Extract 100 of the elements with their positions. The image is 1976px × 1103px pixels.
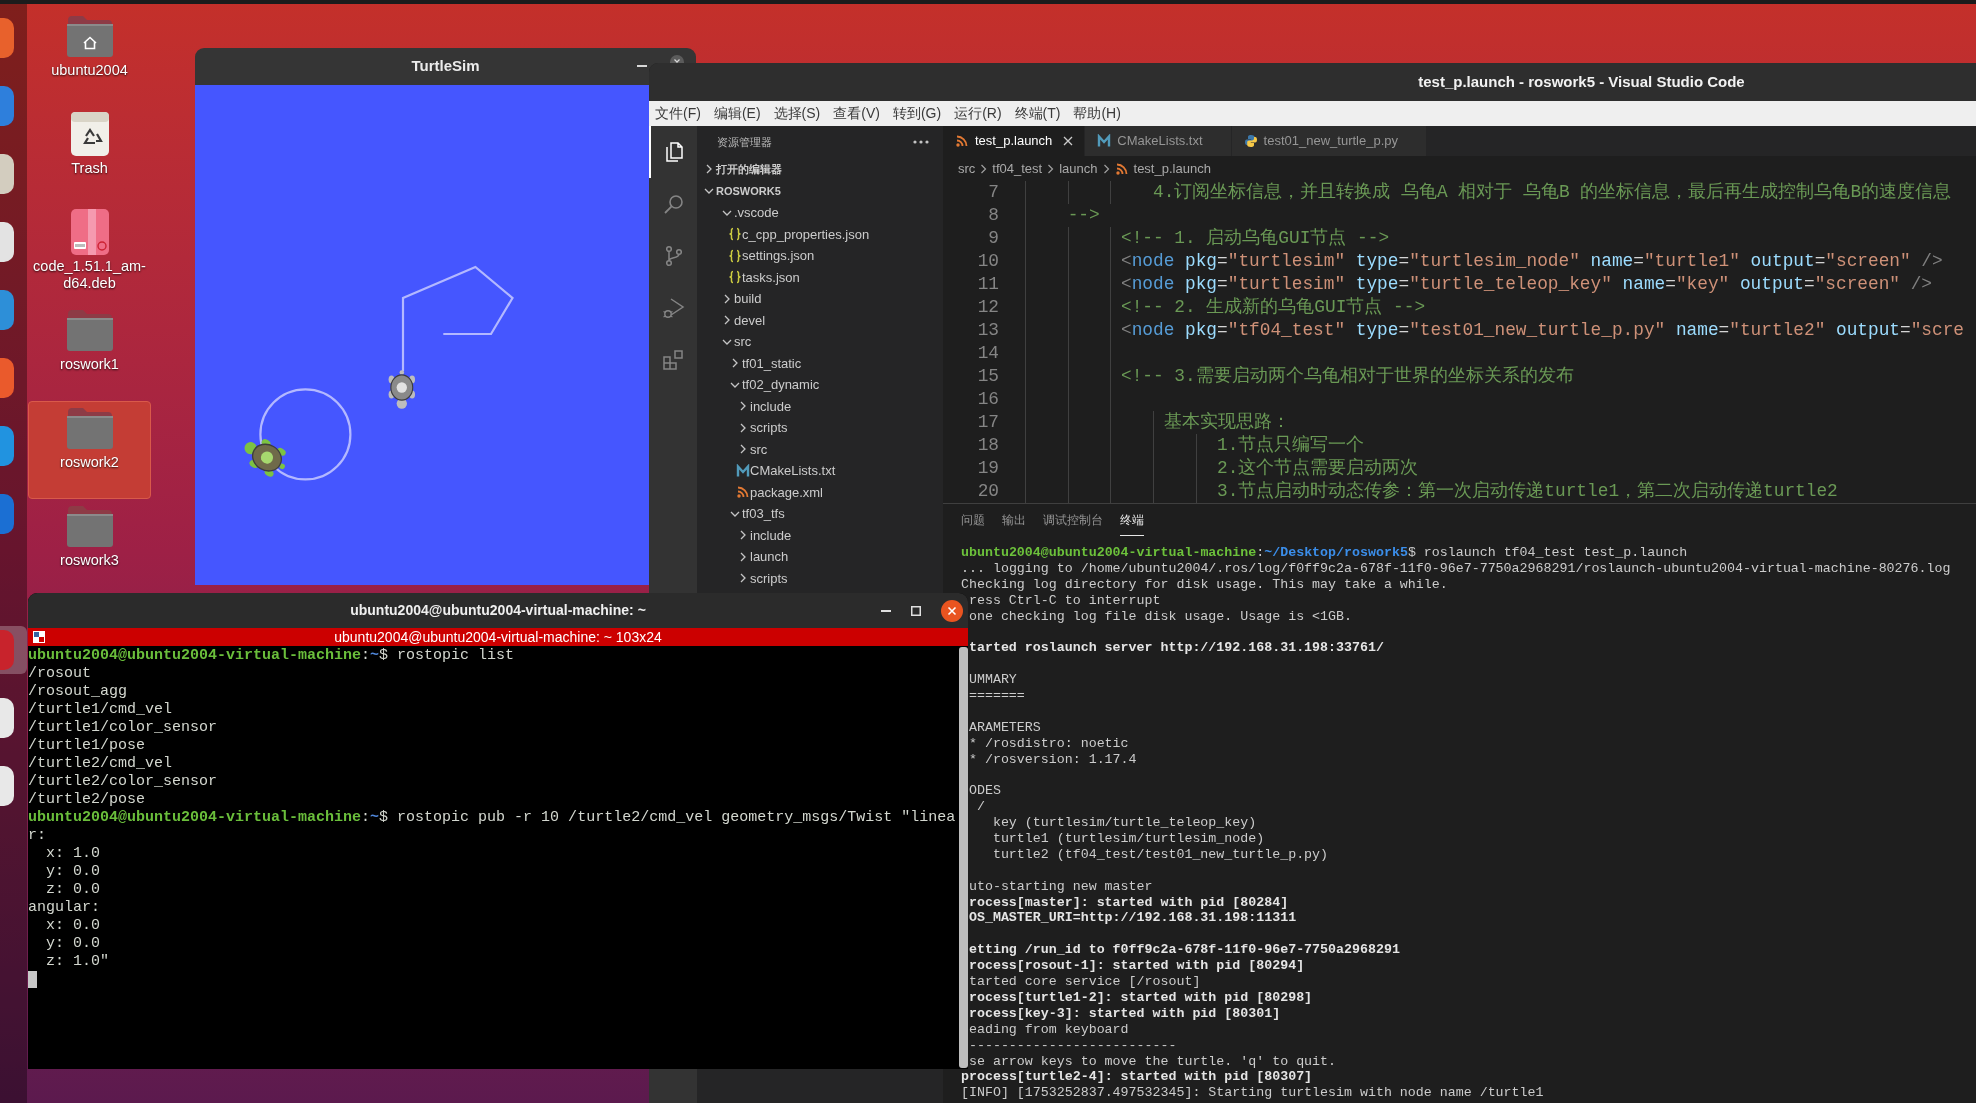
close-icon[interactable] — [1062, 135, 1075, 147]
chevron-icon — [1047, 163, 1055, 174]
breadcrumb-item[interactable]: launch — [1059, 158, 1098, 179]
tree-item[interactable]: src — [750, 439, 768, 459]
braces-icon — [728, 227, 742, 242]
menu-item[interactable]: 运行(R) — [954, 103, 1002, 124]
tree-item[interactable]: scripts — [750, 418, 788, 438]
section-header[interactable]: 打开的编辑器 — [716, 160, 782, 178]
line-number: 8 — [988, 204, 999, 228]
terminal-line: /rosout_agg — [28, 683, 128, 701]
breadcrumb-item[interactable]: tf04_test — [992, 158, 1043, 179]
tree-item[interactable]: include — [750, 396, 792, 416]
line-number: 7 — [988, 181, 999, 205]
home-folder-icon[interactable] — [66, 15, 113, 57]
app-icon[interactable] — [0, 698, 14, 738]
terminal-line: se arrow keys to move the turtle. 'q' to quit. — [968, 1053, 1337, 1070]
editor-tab[interactable]: test01_new_turtle_p.py — [1231, 126, 1428, 156]
terminal-line: z: 0.0 — [45, 881, 100, 899]
chevron-down-icon[interactable] — [704, 186, 714, 196]
editor-tab[interactable]: test_p.launch — [943, 126, 1086, 156]
scrollbar[interactable] — [959, 647, 968, 1068]
tree-item[interactable]: c_cpp_properties.json — [742, 224, 870, 244]
code-line: --> — [1067, 204, 1100, 228]
tree-item[interactable]: CMakeLists.txt — [750, 461, 836, 481]
tree-item[interactable]: tf02_dynamic — [742, 375, 820, 395]
turtle-icon — [388, 370, 416, 409]
tree-item[interactable]: settings.json — [742, 246, 815, 266]
menu-item[interactable]: 帮助(H) — [1073, 103, 1121, 124]
tree-item[interactable]: tasks.json — [742, 267, 800, 287]
search-icon — [662, 192, 686, 216]
letter-m-icon — [736, 463, 750, 478]
breadcrumb-item[interactable]: test_p.launch — [1133, 158, 1211, 179]
python-icon — [1243, 134, 1258, 148]
menu-item[interactable]: 编辑(E) — [713, 103, 761, 124]
editor-tab[interactable]: CMakeLists.txt — [1085, 126, 1232, 156]
menu-item[interactable]: 转到(G) — [892, 103, 942, 124]
line-number: 9 — [988, 227, 999, 251]
tree-item[interactable]: src — [734, 332, 752, 352]
terminal-line: ODES — [968, 783, 1001, 800]
letter-m-icon — [1097, 134, 1112, 148]
app-icon[interactable] — [0, 766, 14, 806]
breadcrumb-item[interactable]: src — [958, 158, 976, 179]
line-number: 11 — [977, 273, 999, 297]
tree-item[interactable]: build — [734, 289, 762, 309]
chevron-icon — [980, 163, 988, 174]
code-line: 3.节点启动时动态传参：第一次启动传递turtle1，第二次启动传递turtle2 — [1217, 480, 1838, 503]
chevron-right-icon[interactable] — [738, 422, 748, 433]
terminal-line: rocess[key-3]: started with pid [80301] — [968, 1005, 1281, 1022]
terminal-line: tarted roslaunch server http://192.168.31.198:33761/ — [968, 640, 1384, 657]
menu-item[interactable]: 选择(S) — [773, 103, 821, 124]
close-icon[interactable] — [670, 55, 684, 63]
menu-item[interactable]: 查看(V) — [833, 103, 880, 124]
chevron-right-icon[interactable] — [704, 164, 714, 174]
chevron-right-icon[interactable] — [738, 530, 748, 541]
tree-item[interactable]: devel — [734, 310, 766, 330]
chevron-right-icon[interactable] — [738, 444, 748, 455]
terminal-line: r: — [28, 827, 46, 845]
terminal-line: /turtle1/pose — [28, 737, 146, 755]
tree-item[interactable]: tf01_static — [742, 353, 802, 373]
menu-item[interactable]: 终端(T) — [1014, 103, 1061, 124]
chevron-right-icon[interactable] — [738, 573, 748, 584]
minimize-icon[interactable] — [881, 609, 891, 612]
chevron-right-icon[interactable] — [722, 315, 732, 326]
panel-tab[interactable]: 问题 — [961, 504, 985, 536]
package-icon[interactable] — [70, 209, 109, 255]
chevron-right-icon[interactable] — [730, 358, 740, 369]
terminal-tab-title[interactable]: ubuntu2004@ubuntu2004-virtual-machine: ~ 103x24 — [334, 628, 662, 646]
line-number: 20 — [977, 480, 999, 503]
terminal-line: * /rosdistro: noetic — [968, 735, 1129, 752]
tree-item[interactable]: tf03_tfs — [742, 504, 785, 524]
braces-icon — [728, 248, 742, 263]
line-number: 13 — [977, 319, 999, 343]
panel-tab[interactable]: 调试控制台 — [1043, 504, 1103, 536]
terminal-line: OS_MASTER_URI=http://192.168.31.198:11311 — [968, 910, 1297, 927]
terminal-line: ARAMETERS — [968, 719, 1041, 736]
terminal-line: etting /run_id to f0ff9c2a-678f-11f0-96e7-7750a2968291 — [968, 942, 1400, 959]
tree-item[interactable]: launch — [750, 547, 789, 567]
menu-item[interactable]: 文件(F) — [655, 103, 701, 124]
icon-label: Trash — [71, 160, 108, 177]
close-icon[interactable] — [941, 599, 963, 622]
code-line: <node pkg="turtlesim" type="turtle_teleop_key" name="key" output="screen" /> — [1121, 273, 1933, 297]
tree-item[interactable]: include — [750, 525, 792, 545]
play-bug-icon — [662, 296, 686, 320]
tree-item[interactable]: package.xml — [750, 482, 823, 502]
chevron-right-icon[interactable] — [738, 401, 748, 412]
terminal-line: /turtle1/color_sensor — [28, 719, 218, 737]
panel-tab[interactable]: 输出 — [1002, 504, 1026, 536]
maximize-icon[interactable] — [911, 605, 921, 616]
terminal-line: key (turtlesim/turtle_teleop_key) — [991, 815, 1257, 832]
more-icon[interactable] — [913, 140, 929, 144]
window-title: ubuntu2004@ubuntu2004-virtual-machine: ~ — [350, 601, 646, 620]
chevron-right-icon[interactable] — [722, 293, 732, 304]
app-icon[interactable] — [0, 222, 14, 262]
tree-item[interactable]: .vscode — [734, 203, 779, 223]
section-header[interactable]: ROSWORK5 — [716, 182, 781, 200]
panel-tab[interactable]: 终端 — [1120, 504, 1144, 536]
tree-item[interactable]: scripts — [750, 568, 788, 588]
chevron-right-icon[interactable] — [738, 551, 748, 562]
trash-icon[interactable] — [70, 112, 109, 156]
app-icon[interactable] — [0, 154, 14, 194]
